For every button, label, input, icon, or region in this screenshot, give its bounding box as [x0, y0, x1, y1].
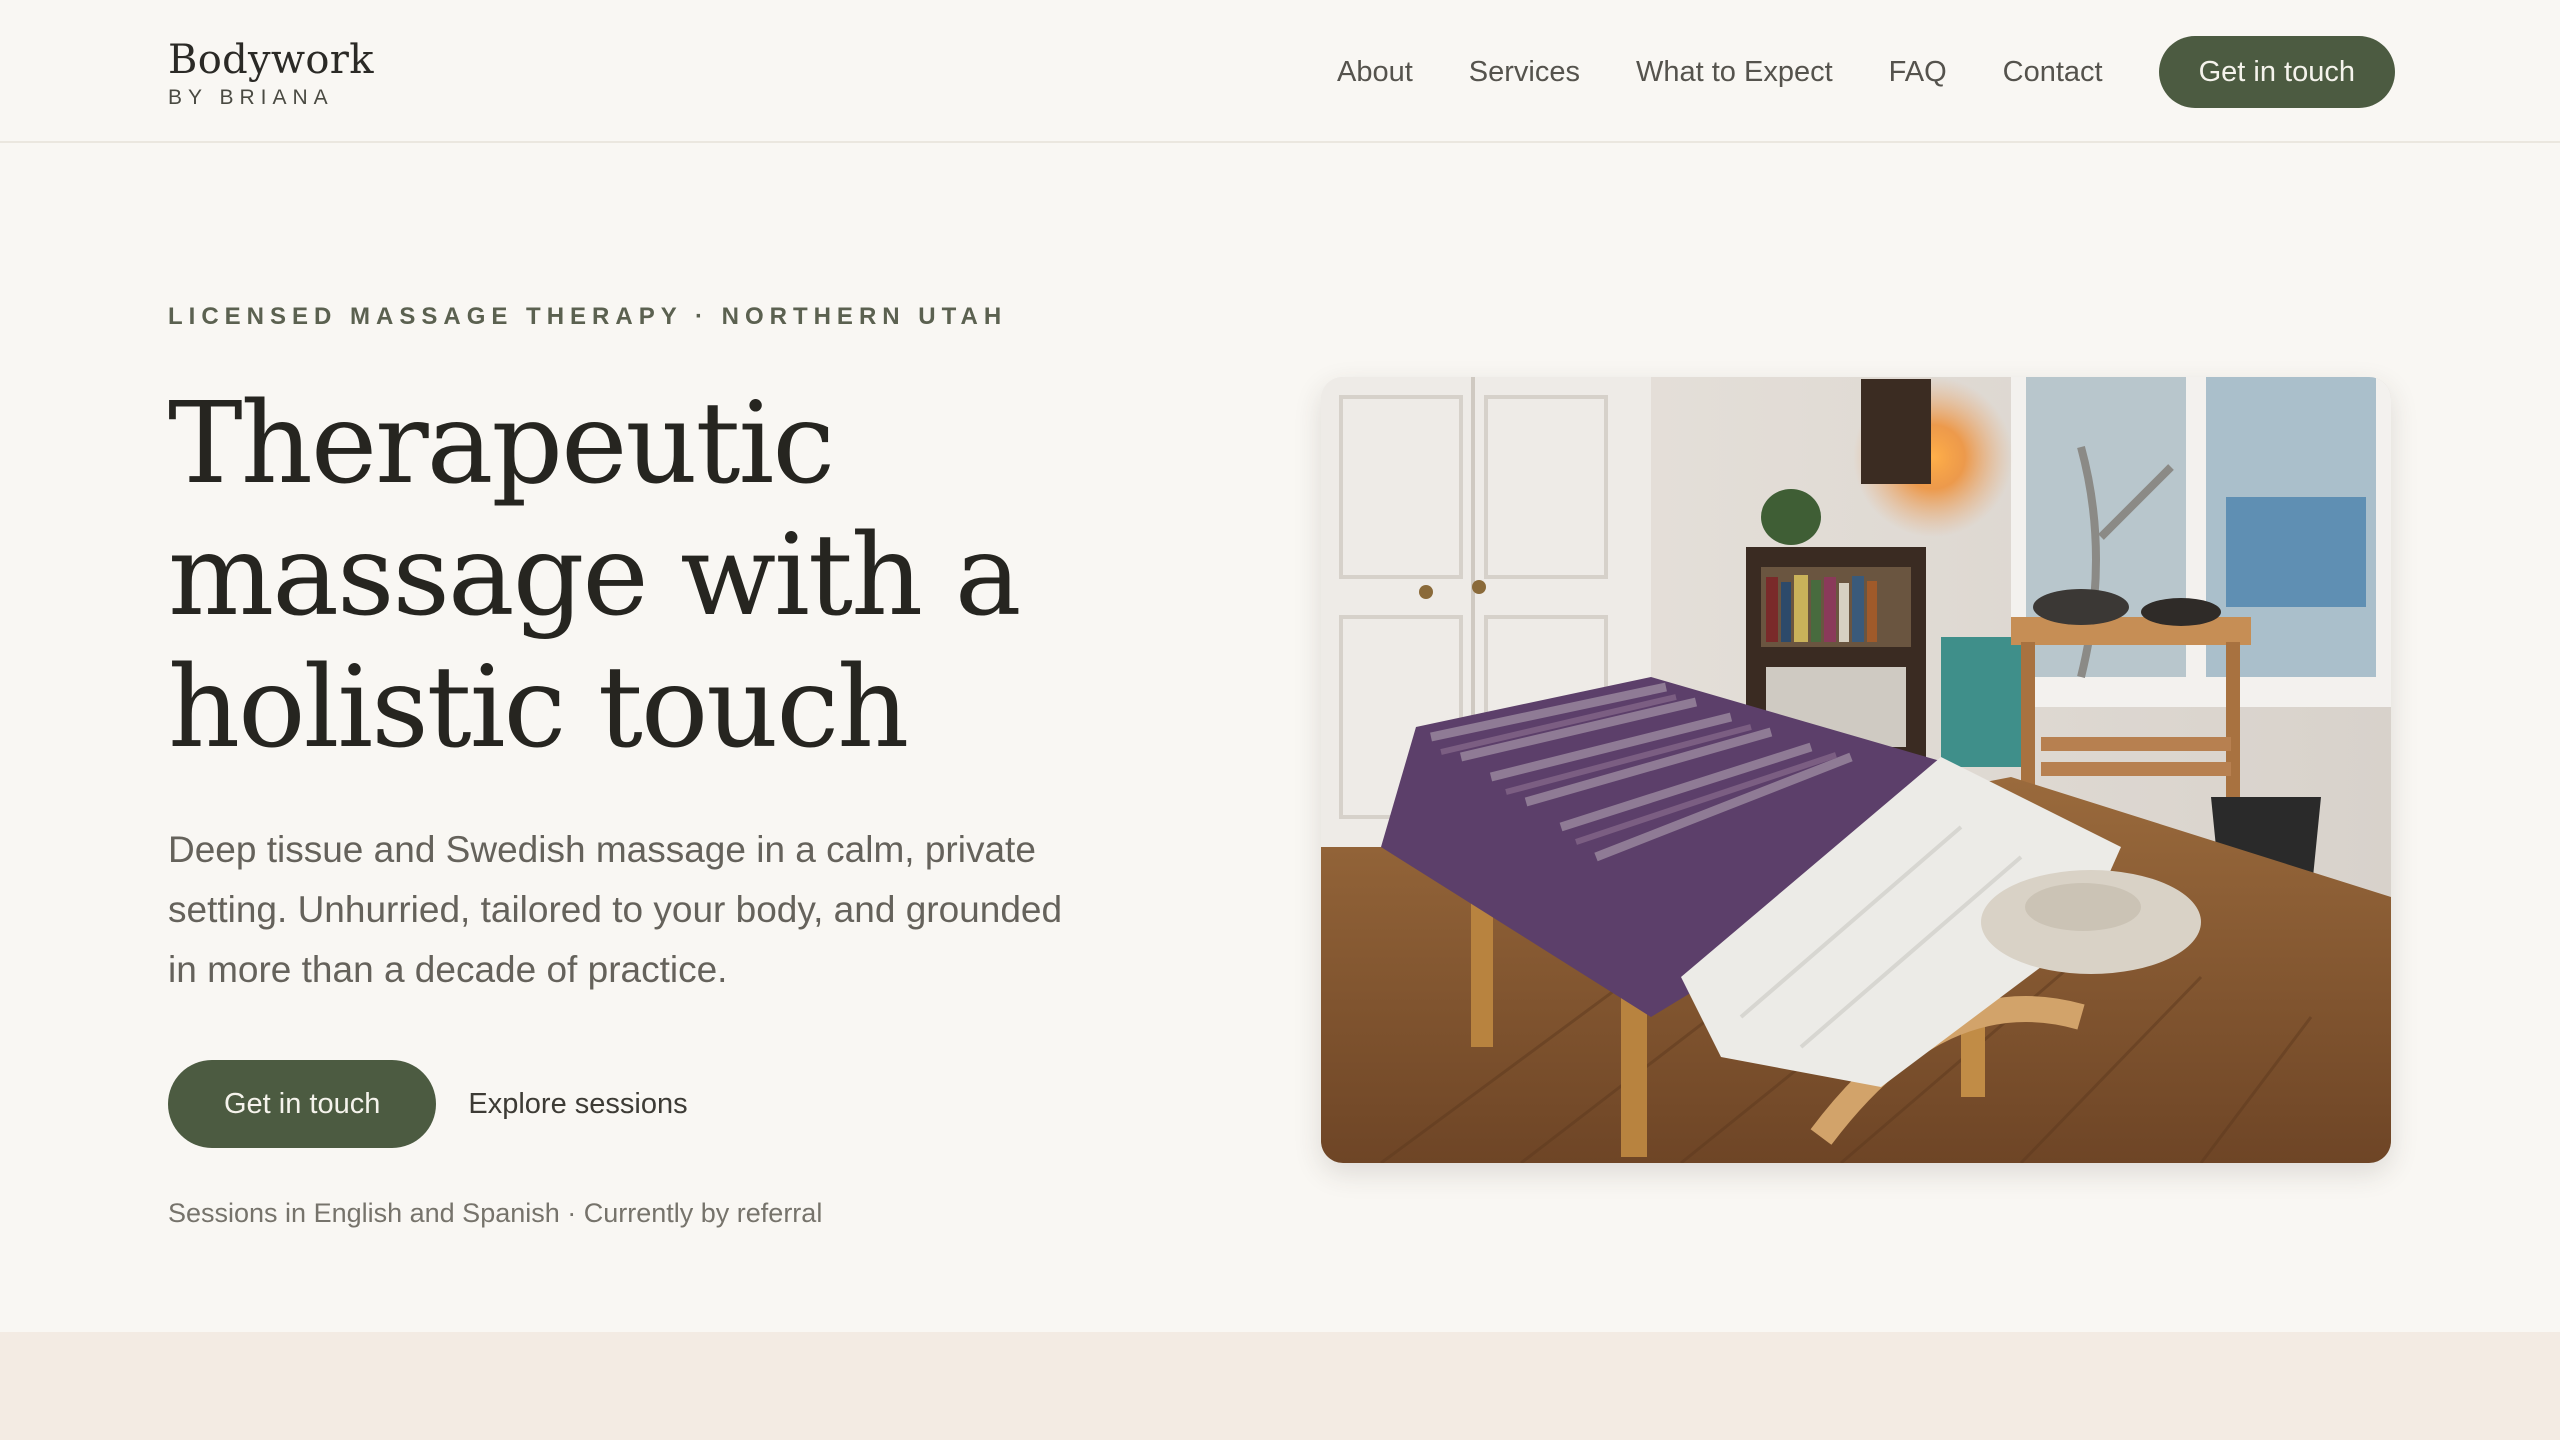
- treatment-room-photo: [1321, 377, 2391, 1163]
- nav-link-contact[interactable]: Contact: [2003, 56, 2103, 89]
- headline-line-2: massage with a: [168, 511, 1021, 641]
- nav-get-in-touch-button[interactable]: Get in touch: [2158, 36, 2395, 108]
- brand-name: Bodywork: [168, 37, 374, 83]
- main-nav: About Services What to Expect FAQ Contac…: [1281, 36, 2395, 108]
- hero-actions: Get in touch Explore sessions: [168, 1060, 688, 1148]
- brand-subtitle: BY BRIANA: [168, 86, 334, 109]
- hero-get-in-touch-button[interactable]: Get in touch: [168, 1060, 437, 1148]
- hero-description: Deep tissue and Swedish massage in a cal…: [168, 829, 1063, 990]
- site-header: Bodywork BY BRIANA About Services What t…: [0, 0, 2560, 143]
- hero-headline: Therapeutic massage with a holistic touc…: [168, 378, 1168, 774]
- nav-link-services[interactable]: Services: [1469, 56, 1580, 89]
- nav-link-faq[interactable]: FAQ: [1889, 56, 1947, 89]
- nav-link-about[interactable]: About: [1337, 56, 1413, 89]
- brand-logo[interactable]: Bodywork BY BRIANA: [168, 36, 374, 110]
- nav-link-what-to-expect[interactable]: What to Expect: [1636, 56, 1833, 89]
- explore-sessions-link[interactable]: Explore sessions: [468, 1088, 687, 1121]
- headline-line-3: holistic touch: [168, 643, 909, 773]
- next-section-band: [0, 1332, 2560, 1440]
- hero-eyebrow: LICENSED MASSAGE THERAPY · NORTHERN UTAH: [168, 303, 1008, 330]
- hero-availability-note: Sessions in English and Spanish · Curren…: [168, 1198, 823, 1228]
- headline-line-1: Therapeutic: [168, 379, 835, 509]
